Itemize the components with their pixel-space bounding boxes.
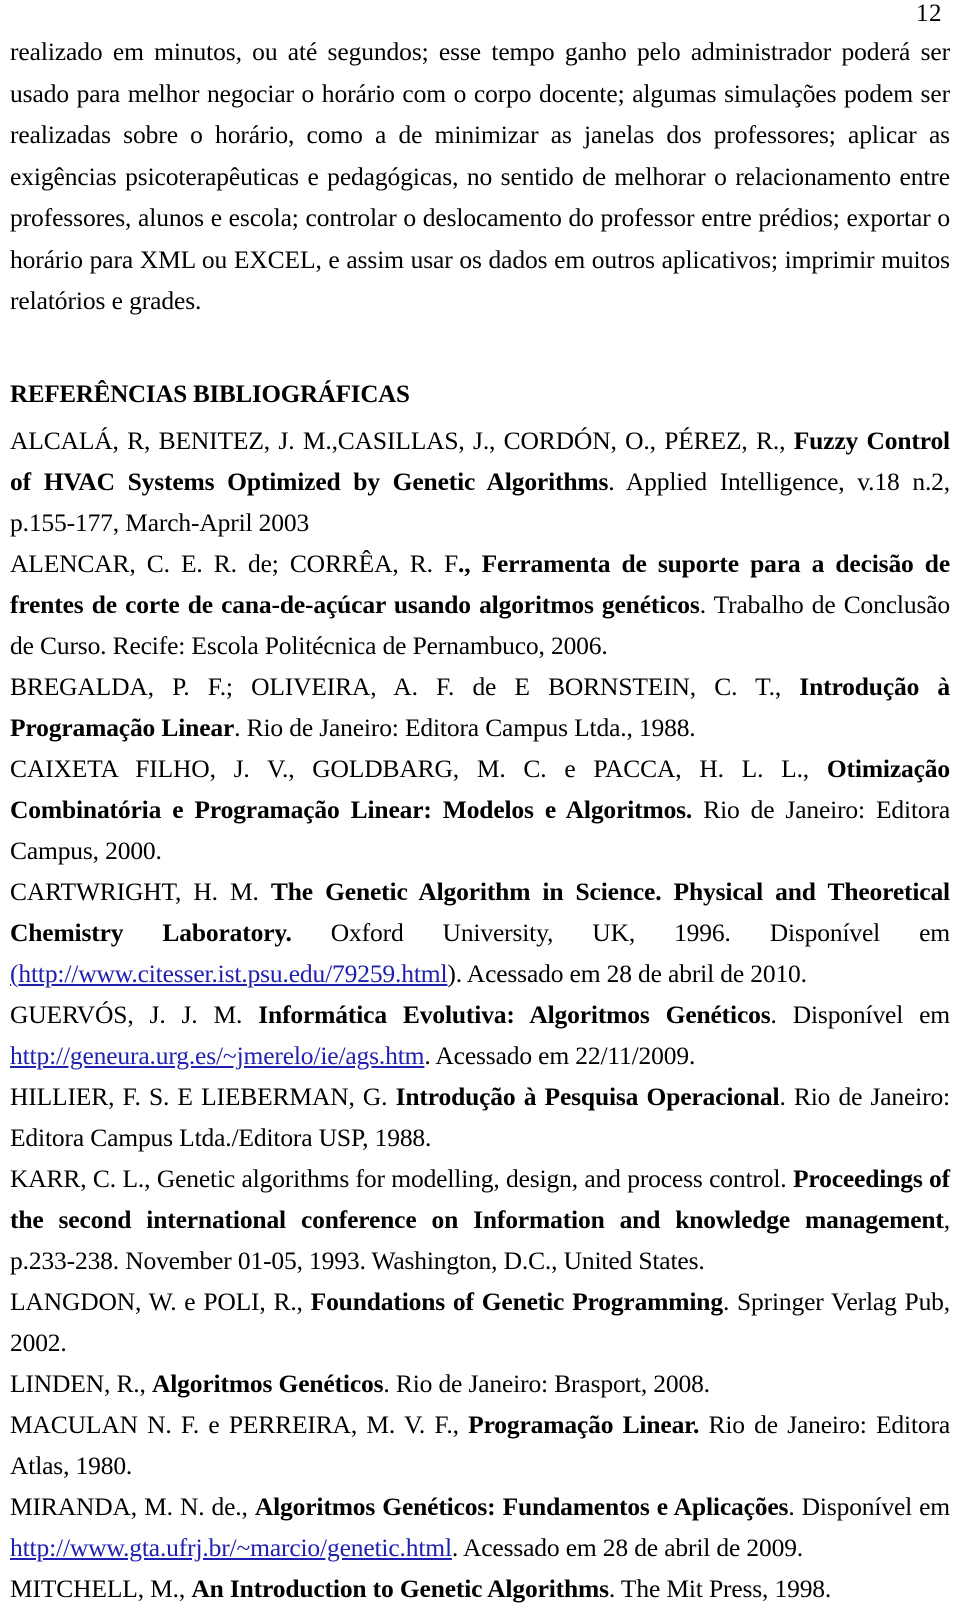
reference-authors: HILLIER, F. S. E LIEBERMAN, G. [10,1081,396,1111]
references-list: ALCALÁ, R, BENITEZ, J. M.,CASILLAS, J., … [10,415,950,1609]
reference-publication: . Disponível em [788,1491,950,1521]
reference-entry: GUERVÓS, J. J. M. Informática Evolutiva:… [10,994,950,1076]
reference-authors: MIRANDA, M. N. de., [10,1491,255,1521]
reference-authors: KARR, C. L., Genetic algorithms for mode… [10,1163,793,1193]
reference-entry: ALCALÁ, R, BENITEZ, J. M.,CASILLAS, J., … [10,420,950,543]
reference-authors: BREGALDA, P. F.; OLIVEIRA, A. F. de E BO… [10,671,800,701]
reference-link[interactable]: http://www.gta.ufrj.br/~marcio/genetic.h… [10,1533,452,1562]
reference-publication: Oxford University, UK, 1996. Disponível … [291,917,950,947]
reference-entry: MACULAN N. F. e PERREIRA, M. V. F., Prog… [10,1404,950,1486]
reference-authors: ALCALÁ, R, BENITEZ, J. M.,CASILLAS, J., … [10,425,794,455]
page-number: 12 [916,0,942,27]
reference-entry: LINDEN, R., Algoritmos Genéticos. Rio de… [10,1363,950,1404]
reference-publication: . Rio de Janeiro: Editora Campus Ltda., … [234,712,696,742]
document-page: 12 realizado em minutos, ou até segundos… [0,0,960,1603]
reference-link[interactable]: http://www.citesser.ist.psu.edu/79259.ht… [18,959,447,988]
reference-entry: ALENCAR, C. E. R. de; CORRÊA, R. F., Fer… [10,543,950,666]
reference-access-date: ). Acessado em 28 de abril de 2010. [447,958,807,988]
reference-entry: CAIXETA FILHO, J. V., GOLDBARG, M. C. e … [10,748,950,871]
reference-authors: GUERVÓS, J. J. M. [10,999,259,1029]
reference-entry: HILLIER, F. S. E LIEBERMAN, G. Introduçã… [10,1076,950,1158]
reference-title: Algoritmos Genéticos [151,1368,384,1398]
reference-title: Introdução à Pesquisa Operacional [395,1081,780,1111]
reference-authors: MITCHELL, M., [10,1573,192,1603]
reference-entry: KARR, C. L., Genetic algorithms for mode… [10,1158,950,1281]
reference-entry: CARTWRIGHT, H. M. The Genetic Algorithm … [10,871,950,994]
reference-authors: CAIXETA FILHO, J. V., GOLDBARG, M. C. e … [10,753,827,783]
reference-access-date: . Acessado em 22/11/2009. [424,1040,696,1070]
reference-access-date: . Acessado em 28 de abril de 2009. [451,1532,804,1562]
reference-authors: ALENCAR, C. E. R. de; CORRÊA, R. F [10,548,458,578]
reference-authors: CARTWRIGHT, H. M. [10,876,271,906]
reference-entry: MIRANDA, M. N. de., Algoritmos Genéticos… [10,1486,950,1568]
reference-entry: MITCHELL, M., An Introduction to Genetic… [10,1568,950,1609]
references-heading: REFERÊNCIAS BIBLIOGRÁFICAS [10,380,410,408]
body-paragraph: realizado em minutos, ou até segundos; e… [10,37,950,315]
reference-title: Algoritmos Genéticos: Fundamentos e Apli… [254,1491,789,1521]
reference-publication: . Disponível em [770,999,951,1029]
reference-title: Programação Linear. [468,1409,700,1439]
reference-authors: MACULAN N. F. e PERREIRA, M. V. F., [10,1409,469,1439]
reference-title: Foundations of Genetic Programming [310,1286,723,1316]
reference-link[interactable]: http://geneura.urg.es/~jmerelo/ie/ags.ht… [10,1041,425,1070]
reference-publication: . The Mit Press, 1998. [608,1573,832,1603]
reference-title: Informática Evolutiva: Algoritmos Genéti… [258,999,771,1029]
reference-authors: LINDEN, R., [10,1368,152,1398]
reference-title: An Introduction to Genetic Algorithms [191,1573,609,1603]
reference-publication: . Rio de Janeiro: Brasport, 2008. [383,1368,710,1398]
reference-entry: LANGDON, W. e POLI, R., Foundations of G… [10,1281,950,1363]
reference-authors: LANGDON, W. e POLI, R., [10,1286,311,1316]
reference-entry: BREGALDA, P. F.; OLIVEIRA, A. F. de E BO… [10,666,950,748]
